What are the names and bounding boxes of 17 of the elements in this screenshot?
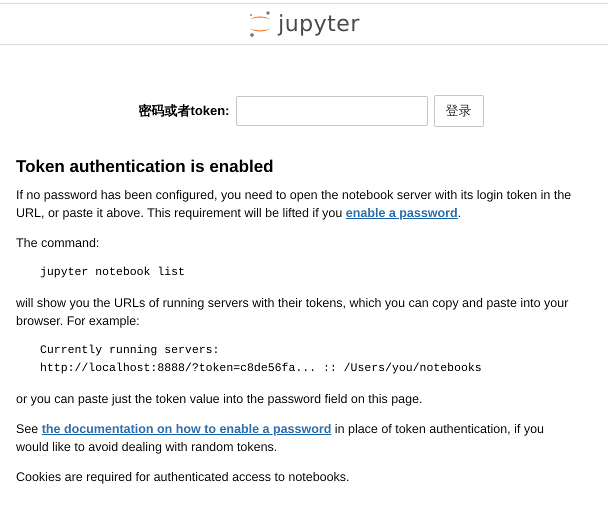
token-input-field[interactable] [236,96,428,126]
login-button[interactable]: 登录 [434,95,484,127]
section-heading: Token authentication is enabled [16,157,275,177]
paragraph: If no password has been configured, you need to open the notebook server with its login token in the URL, or paste it above. This requirement will be lifted if you enable a password. [16,187,572,222]
code-line: jupyter notebook list [40,265,185,281]
paragraph: Cookies are required for authenticated access to notebooks. [16,469,351,486]
link[interactable]: the documentation on how to enable a password [42,422,332,436]
logo-icon[interactable] [248,10,272,38]
paragraph: The command: [16,235,100,252]
link[interactable]: enable a password [346,206,458,220]
logo-text: jupyter [278,12,360,36]
paragraph: See the documentation on how to enable a password in place of token authentication, if you would like to avoid dealing with random tokens. [16,421,545,456]
code-line: http://localhost:8888/?token=c8de56fa... :: /Users/you/notebooks [40,361,482,377]
token-label: 密码或者token: [138,102,230,120]
paragraph: will show you the URLs of running servers with their tokens, which you can copy and paste into your browser. For example: [16,295,570,330]
code-line: Currently running servers: [40,343,220,359]
paragraph: or you can paste just the token value into the password field on this page. [16,391,424,408]
